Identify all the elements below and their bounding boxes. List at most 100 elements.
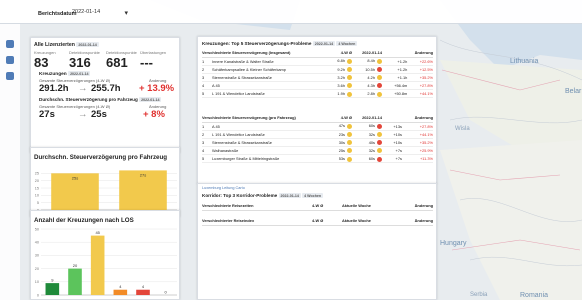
status-dot-icon bbox=[377, 75, 382, 81]
total-header-3[interactable]: Änderung bbox=[382, 48, 433, 58]
bar-B bbox=[68, 268, 82, 295]
pervehicle-cell-current: 60s bbox=[352, 122, 382, 131]
y-tick-label: 10 bbox=[35, 280, 39, 284]
pervehicle-cell-delta: +7s bbox=[382, 146, 402, 156]
table-row[interactable]: 1 Innere Kanalstraße & Walter Straße 6.8h 8… bbox=[202, 57, 433, 66]
chart-avg-delay-title: Durchschn. Steuerverzögerung pro Fahrzeu… bbox=[34, 154, 168, 161]
total-cell-name: Sternenstraße & Strassekanstraße bbox=[212, 73, 322, 83]
top5-title: Kreuzungen: Top 5 Steuerverzögerungs-Pro… bbox=[202, 41, 358, 47]
status-dot-icon bbox=[347, 83, 352, 89]
col-header-travel-index[interactable]: Verschlechterter Reiseindex bbox=[202, 216, 312, 226]
total-cell-pct: +12.5% bbox=[407, 65, 433, 74]
total-cell-avg: 3.6h bbox=[322, 81, 352, 91]
total-cell-name: A 45 bbox=[212, 81, 322, 91]
settings-icon[interactable] bbox=[6, 72, 14, 80]
left-rail bbox=[0, 24, 20, 300]
y-tick-label: 5 bbox=[37, 201, 39, 205]
col-header-travel-time[interactable]: Verschlechterte Reisezeiten bbox=[202, 201, 312, 211]
total-cell-rank: 5 bbox=[202, 89, 212, 99]
corridor-tabs[interactable]: Luxemburg Leitung Carto bbox=[202, 186, 245, 190]
pervehicle-cell-avg: 53s bbox=[322, 154, 352, 164]
delay-previous-value: 291.2h bbox=[39, 83, 69, 94]
section-title-intersections: Kreuzungen 2022-01-14 bbox=[39, 71, 91, 77]
total-cell-current: 4.3h bbox=[352, 81, 382, 91]
col-header-change[interactable]: Änderung bbox=[390, 201, 433, 211]
pervehicle-header-0[interactable]: Verschlechterte Steuerverzögerung (pro F… bbox=[202, 113, 322, 123]
table-row[interactable]: 2L 191 & Wendeltor Landstraße 23s 32s +10s +… bbox=[202, 130, 433, 139]
status-dot-icon bbox=[377, 156, 382, 162]
col-header-avg[interactable]: 4-W Ø bbox=[312, 201, 342, 211]
kpi-title: Alle Lizenzierten 2022-01-14 bbox=[34, 42, 99, 48]
per-vehicle-change-value: + 8% bbox=[143, 109, 165, 120]
total-cell-avg: 9.2h bbox=[322, 65, 352, 74]
pervehicle-cell-current: 32s bbox=[352, 146, 382, 156]
status-dot-icon bbox=[377, 67, 382, 73]
total-cell-avg: 1.9h bbox=[322, 89, 352, 99]
pervehicle-header-1[interactable]: 4-W Ø bbox=[322, 113, 352, 123]
status-dot-icon bbox=[347, 132, 352, 138]
total-cell-current: 10.5h bbox=[352, 65, 382, 74]
status-dot-icon bbox=[347, 91, 352, 97]
table-row[interactable]: 5L 191 & Wendeltor Landstraße 1.9h 2.8h +50… bbox=[202, 89, 433, 99]
arrow-icon-2: → bbox=[78, 109, 88, 120]
section-title-per-vehicle: Durchschn. Steuerverzögerung pro Fahrzeu… bbox=[39, 97, 162, 103]
kpi-value-overloads: --- bbox=[140, 55, 153, 70]
total-cell-delta: +1.2h bbox=[382, 65, 408, 74]
map-label-wisla: Wisla bbox=[455, 126, 470, 132]
total-cell-delta: +50.8m bbox=[382, 89, 408, 99]
period-select[interactable]: 2022-01-14 ▾ bbox=[72, 9, 130, 19]
top-bar: Berichtsdatum 2022-01-14 ▾ bbox=[0, 0, 582, 24]
total-cell-pct: +44.1% bbox=[407, 89, 433, 99]
total-cell-pct: +22.6% bbox=[407, 57, 433, 66]
col-header-change-2[interactable]: Änderung bbox=[390, 216, 433, 226]
delay-current-value: 255.7h bbox=[91, 83, 121, 94]
table-corridor-travel-index: Verschlechterter Reiseindex 4-W Ø Aktuel… bbox=[202, 216, 433, 226]
table-row[interactable]: 4A 45 3.6h 4.3h +56.4m +27.8% bbox=[202, 81, 433, 91]
table-row[interactable]: 4 Walhanastraße 25s 32s +7s +25.9% bbox=[202, 146, 433, 156]
total-header-2[interactable]: 2022-01-14 bbox=[352, 48, 382, 58]
data-label: 45 bbox=[95, 230, 100, 235]
table-total-delay: Verschlechterte Steuerverzögerung (Insge… bbox=[202, 48, 433, 99]
kpi-panel: Alle Lizenzierten 2022-01-14 Kreuzungen … bbox=[30, 37, 180, 153]
pervehicle-header-2[interactable]: 2022-01-14 bbox=[352, 113, 382, 123]
data-label: 4 bbox=[142, 284, 145, 289]
total-cell-rank: 4 bbox=[202, 81, 212, 91]
period-label: Berichtsdatum bbox=[38, 11, 77, 17]
pervehicle-header-3[interactable]: Änderung bbox=[382, 113, 433, 123]
y-tick-label: 20 bbox=[35, 267, 39, 271]
chart-los-panel: Anzahl der Kreuzungen nach LOS 0 10 20 30 40… bbox=[30, 210, 180, 300]
table-row[interactable]: 3 Sternenstraße & Strassekanstraße 3.2h 4.2… bbox=[202, 73, 433, 83]
total-cell-pct: +27.8% bbox=[407, 81, 433, 91]
bar-C bbox=[90, 235, 105, 295]
status-dot-icon bbox=[377, 148, 382, 154]
pervehicle-cell-pct: +11.3% bbox=[401, 154, 433, 164]
filter-icon[interactable] bbox=[6, 56, 14, 64]
top5-weeks-tag: 4 Wochen bbox=[336, 41, 358, 47]
pervehicle-cell-pct: +25.9% bbox=[401, 146, 433, 156]
chart-avg-delay-panel: Durchschn. Steuerverzögerung pro Fahrzeu… bbox=[30, 147, 180, 217]
col-header-current-week[interactable]: Aktuelle Woche bbox=[342, 201, 390, 211]
total-header-0[interactable]: Verschlechterte Steuerverzögerung (Insge… bbox=[202, 48, 322, 58]
total-header-1[interactable]: 4-W Ø bbox=[322, 48, 352, 58]
table-row[interactable]: 2 Schäferkampsallee & Kleiner Schäferkamp… bbox=[202, 65, 433, 74]
col-header-current-week-2[interactable]: Aktuelle Woche bbox=[342, 216, 390, 226]
map-label-belarus: Belar bbox=[565, 88, 582, 95]
pervehicle-cell-rank: 3 bbox=[202, 138, 212, 148]
pervehicle-cell-delta: +10s bbox=[382, 130, 402, 139]
period-select-value: 2022-01-14 bbox=[72, 9, 101, 15]
table-row[interactable]: 5 Luxemburger Straße & Mittelringstraße 53… bbox=[202, 154, 433, 164]
layers-icon[interactable] bbox=[6, 40, 14, 48]
map-label-romania: Romania bbox=[520, 292, 549, 299]
col-header-avg-2[interactable]: 4-W Ø bbox=[312, 216, 342, 226]
pervehicle-cell-current: 40s bbox=[352, 138, 382, 148]
pervehicle-cell-avg: 25s bbox=[322, 146, 352, 156]
bar-D bbox=[113, 289, 128, 295]
map-label-lithuania: Lithuania bbox=[510, 58, 539, 65]
y-tick-label: 10 bbox=[35, 194, 39, 198]
table-row[interactable]: 1A 45 47s 60s +13s +27.8% bbox=[202, 122, 433, 131]
pervehicle-cell-name: L 191 & Wendeltor Landstraße bbox=[212, 130, 322, 139]
status-dot-icon bbox=[347, 58, 352, 64]
kpi-value-intersections: 83 bbox=[34, 55, 49, 70]
table-row[interactable]: 3 Sternenstraße & Strassekanstraße 30s 40s +… bbox=[202, 138, 433, 148]
y-tick-label: 0 bbox=[37, 293, 39, 297]
